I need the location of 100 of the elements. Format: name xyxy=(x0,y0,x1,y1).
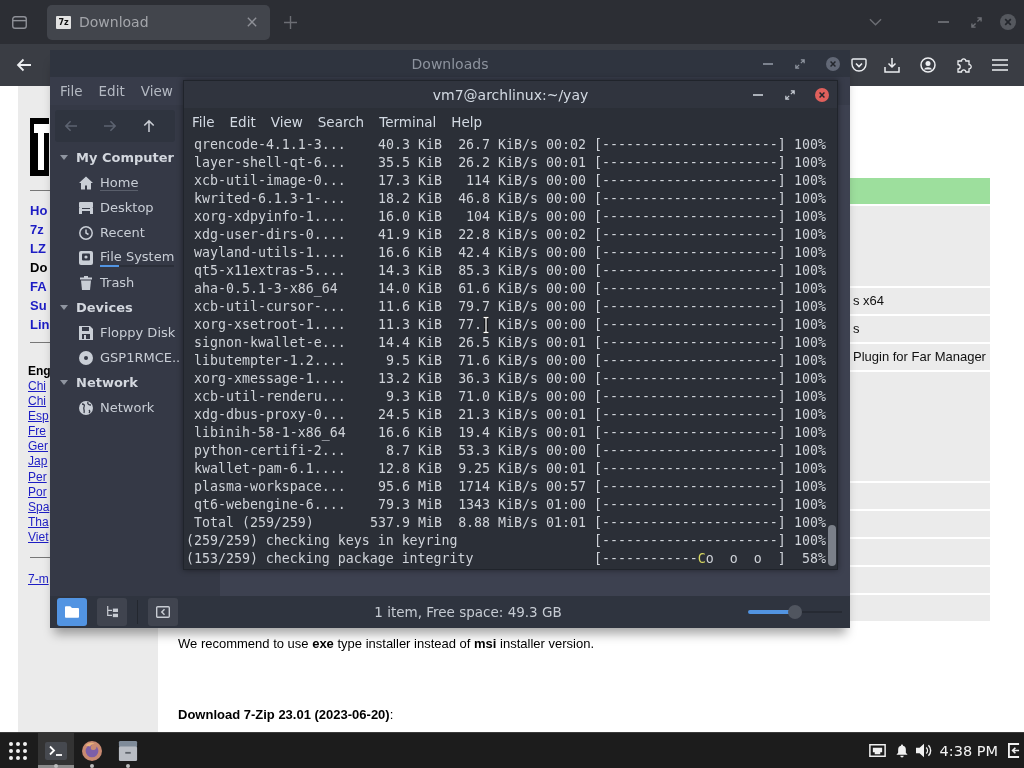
download-icon[interactable] xyxy=(884,57,900,73)
status-message: (259/259) checking keys in keyring xyxy=(186,532,458,550)
language-link[interactable]: Jap xyxy=(28,454,48,470)
download-size: 17.3 KiB xyxy=(378,172,442,190)
bell-icon[interactable] xyxy=(895,743,908,758)
sidebar-item[interactable]: Desktop xyxy=(50,195,154,220)
account-icon[interactable] xyxy=(920,57,936,73)
pouch-icon[interactable] xyxy=(851,57,867,73)
package-name: qrencode-4.1.1-3... xyxy=(194,136,346,154)
sidebar-item[interactable]: Network xyxy=(50,395,155,420)
language-link[interactable]: Per xyxy=(28,469,47,485)
sidebar-item[interactable]: GSP1RMCE.. xyxy=(50,345,181,370)
menu-item[interactable]: View xyxy=(140,83,173,99)
language-link[interactable]: Eng xyxy=(28,363,51,379)
sidebar-header[interactable]: Devices xyxy=(76,300,133,315)
sidebar-header[interactable]: Network xyxy=(76,375,138,390)
ethernet-icon[interactable] xyxy=(868,744,886,757)
sidebar-item[interactable]: File System xyxy=(50,245,175,270)
package-name: xorg-xsetroot-1.... xyxy=(194,316,346,334)
sidebar-item[interactable]: Recent xyxy=(50,220,145,245)
download-size: 537.9 MiB xyxy=(370,514,442,532)
language-link[interactable]: Fre xyxy=(28,424,46,440)
home-icon xyxy=(79,175,93,190)
progress-text: [----------------------] xyxy=(594,136,786,154)
expand-arrows-icon[interactable] xyxy=(785,89,795,100)
clock[interactable]: 4:38 PM xyxy=(939,742,998,759)
percent-text: 100% xyxy=(794,316,826,334)
percent-text: 100% xyxy=(794,298,826,316)
close-tab-icon[interactable] xyxy=(247,17,257,27)
language-link[interactable]: Viet xyxy=(28,529,49,546)
up-arrow-icon[interactable] xyxy=(143,119,155,133)
expander-icon[interactable] xyxy=(60,380,68,385)
close-icon[interactable] xyxy=(826,56,840,71)
menu-item[interactable]: Terminal xyxy=(379,113,437,130)
expander-icon[interactable] xyxy=(60,305,68,310)
elapsed-time: 00:01 xyxy=(546,154,586,172)
transfer-rate: 53.3 KiB/s xyxy=(458,442,538,460)
transfer-rate: 104 KiB/s xyxy=(466,208,538,226)
menu-item[interactable]: Search xyxy=(317,113,365,130)
language-link[interactable]: Esp xyxy=(28,409,49,425)
volume-icon[interactable] xyxy=(915,743,932,758)
sidebar-toggle-button[interactable] xyxy=(148,598,178,626)
nav-link[interactable]: Do xyxy=(30,258,48,277)
progress-text: [----------------------] xyxy=(594,226,786,244)
menu-item[interactable]: View xyxy=(270,113,303,130)
menu-icon[interactable] xyxy=(992,59,1008,71)
chevron-down-icon[interactable] xyxy=(869,18,882,26)
menu-item[interactable]: Edit xyxy=(98,83,125,99)
language-link[interactable]: Chi xyxy=(28,394,46,410)
sidebar-item[interactable]: Floppy Disk xyxy=(50,320,176,345)
sidebar-item[interactable]: Trash xyxy=(50,270,135,295)
language-link[interactable]: Spa xyxy=(28,499,50,515)
elapsed-time: 00:00 xyxy=(546,316,586,334)
new-tab-icon[interactable] xyxy=(284,15,297,29)
menu-item[interactable]: File xyxy=(60,83,83,99)
nav-link[interactable]: LZ xyxy=(30,239,46,258)
elapsed-time: 00:00 xyxy=(546,208,586,226)
download-size: 14.4 KiB xyxy=(378,334,442,352)
package-name: qt6-webengine-6.... xyxy=(194,496,346,514)
progress-text: [----------------------] xyxy=(594,532,786,550)
menu-item[interactable]: Edit xyxy=(229,113,256,130)
expand-arrows-icon[interactable] xyxy=(795,58,805,69)
progress-text: [----------------------] xyxy=(594,334,786,352)
language-link[interactable]: Tha xyxy=(28,514,49,530)
minimize-icon[interactable] xyxy=(753,93,763,96)
slider-thumb[interactable] xyxy=(788,605,802,619)
nav-link[interactable]: Su xyxy=(30,296,47,315)
scrollbar-thumb[interactable] xyxy=(828,525,836,566)
download-size: 9.3 KiB xyxy=(386,388,442,406)
nav-link[interactable]: Ho xyxy=(30,201,48,220)
tree-view-button[interactable] xyxy=(97,598,127,626)
nav-link[interactable]: 7z xyxy=(30,220,44,239)
percent-text: 100% xyxy=(794,532,826,550)
close-icon[interactable] xyxy=(815,87,829,102)
taskbar-button[interactable] xyxy=(38,733,74,768)
browser-tab[interactable]: 7z Download xyxy=(47,4,270,40)
tab-list-icon[interactable] xyxy=(12,14,27,30)
progress-text: [----------------------] xyxy=(594,262,786,280)
percent-text: 100% xyxy=(794,244,826,262)
percent-text: 100% xyxy=(794,478,826,496)
puzzle-icon[interactable] xyxy=(956,57,972,73)
minimize-icon[interactable] xyxy=(763,62,773,65)
progress-text: [----------------------] xyxy=(594,280,786,298)
nav-link[interactable]: Lin xyxy=(30,315,50,334)
sidebar-item[interactable]: Home xyxy=(50,170,139,195)
language-link[interactable]: Chi xyxy=(28,379,46,395)
language-link[interactable]: Ger xyxy=(28,439,48,455)
transfer-rate: 79.7 KiB/s xyxy=(458,298,538,316)
logout-icon[interactable] xyxy=(1008,743,1020,758)
download-size: 18.2 KiB xyxy=(378,190,442,208)
language-link[interactable]: Por xyxy=(28,484,47,500)
footer-link[interactable]: 7-m xyxy=(28,571,49,588)
sidebar-header[interactable]: My Computer xyxy=(76,150,174,165)
menu-item[interactable]: Help xyxy=(451,113,483,130)
nav-link[interactable]: FA xyxy=(30,277,47,296)
menu-item[interactable]: File xyxy=(192,113,215,130)
app-grid-icon[interactable] xyxy=(9,741,27,760)
expander-icon[interactable] xyxy=(60,155,68,160)
percent-text: 100% xyxy=(794,226,826,244)
icon-view-button[interactable] xyxy=(57,598,87,626)
